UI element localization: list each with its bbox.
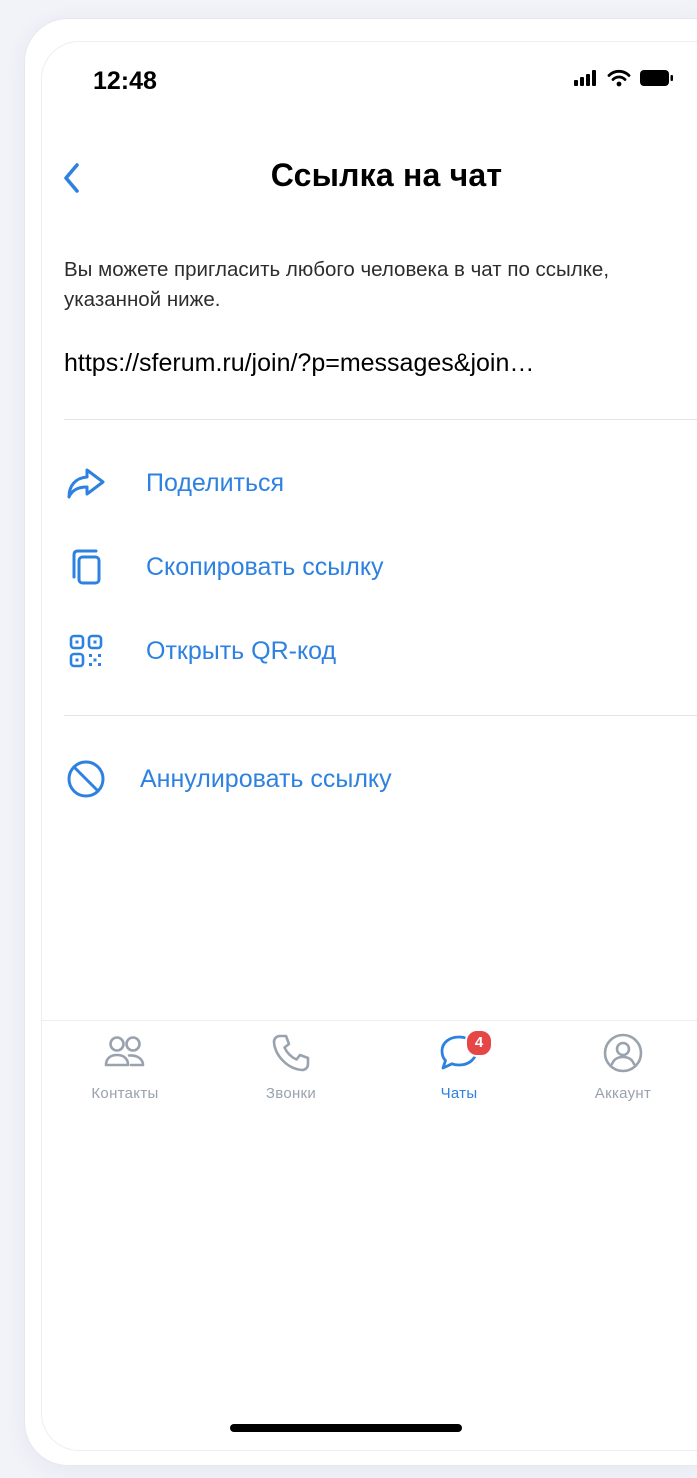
share-icon: [64, 461, 108, 505]
open-qr-button[interactable]: Открыть QR-код: [64, 621, 664, 681]
screen-border: [41, 41, 697, 1451]
tab-calls-label: Звонки: [265, 1085, 317, 1102]
share-button[interactable]: Поделиться: [64, 453, 664, 513]
tab-account[interactable]: Аккаунт: [553, 1021, 693, 1131]
wifi-icon: [607, 69, 631, 87]
nav-bar: Ссылка на чат: [25, 149, 697, 209]
page-title: Ссылка на чат: [270, 157, 503, 193]
copy-icon: [64, 545, 108, 589]
tab-calls[interactable]: Звонки: [221, 1021, 361, 1131]
divider: [64, 715, 697, 716]
account-icon: [603, 1033, 643, 1073]
battery-icon: [640, 70, 673, 86]
copy-link-button[interactable]: Скопировать ссылку: [64, 537, 664, 597]
share-label: Поделиться: [146, 468, 285, 497]
status-bar: 12:48: [25, 19, 697, 129]
revoke-link-button[interactable]: Аннулировать ссылку: [64, 749, 664, 809]
status-icons: [574, 69, 674, 87]
tab-chats-label: Чаты: [440, 1085, 478, 1102]
block-icon: [64, 757, 108, 801]
qr-code-icon: [64, 629, 108, 673]
status-time: 12:48: [93, 67, 157, 95]
tab-contacts[interactable]: Контакты: [55, 1021, 195, 1131]
divider: [64, 419, 697, 420]
unread-badge: 4: [465, 1029, 493, 1057]
tab-bar: Контакты Звонки 4 Чаты Аккаунт: [41, 1020, 697, 1141]
invite-link[interactable]: https://sferum.ru/join/?p=messages&join…: [64, 349, 684, 378]
open-qr-label: Открыть QR-код: [146, 636, 337, 665]
description-text: Вы можете пригласить любого человека в ч…: [64, 258, 610, 311]
contacts-icon: [104, 1036, 145, 1067]
tab-contacts-label: Контакты: [91, 1085, 159, 1102]
tab-account-label: Аккаунт: [594, 1085, 652, 1102]
phone-icon: [272, 1034, 310, 1072]
home-indicator[interactable]: [230, 1424, 462, 1432]
signal-icon: [574, 70, 596, 86]
copy-link-label: Скопировать ссылку: [146, 552, 384, 581]
phone-frame: 12:48 Ссылка на чат Вы можете пригласить…: [24, 18, 697, 1466]
tab-chats[interactable]: 4 Чаты: [389, 1021, 529, 1131]
revoke-link-label: Аннулировать ссылку: [140, 764, 392, 793]
